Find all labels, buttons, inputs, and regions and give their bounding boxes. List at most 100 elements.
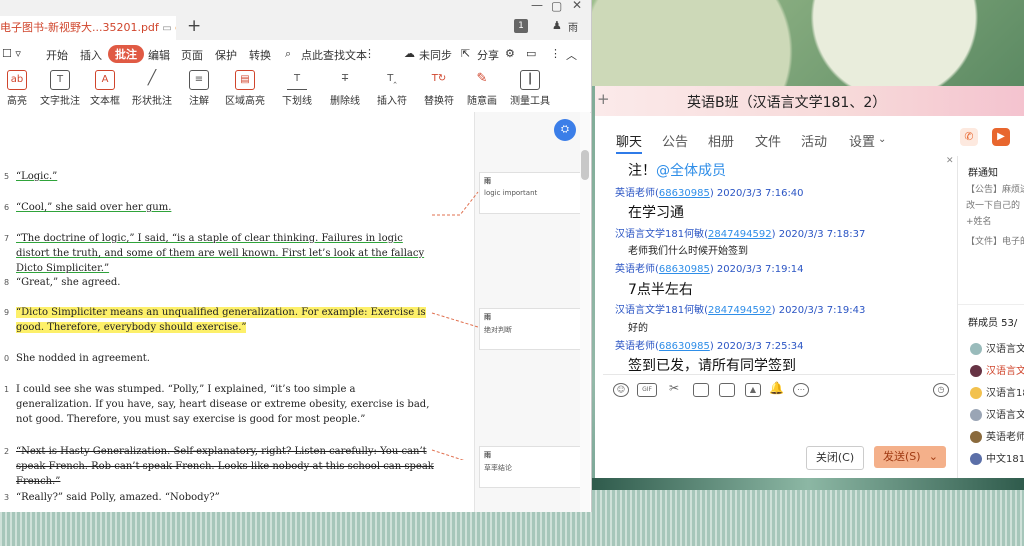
tab-announcement[interactable]: 公告 — [662, 131, 688, 150]
paragraph[interactable]: “Logic.” — [16, 169, 434, 184]
menu-file-icon[interactable]: ☐ ▿ — [2, 47, 21, 60]
paragraph[interactable]: “Really?” said Polly, amazed. “Nobody?” — [16, 490, 434, 505]
maximize-icon[interactable]: ▢ — [551, 0, 562, 13]
user-name[interactable]: 雨 — [568, 19, 578, 34]
tab-chat[interactable]: 聊天 — [616, 131, 643, 154]
video-icon[interactable]: ▶ — [992, 128, 1010, 146]
tool-strikethrough[interactable]: T 删除线 — [325, 66, 365, 107]
member-item[interactable]: 汉语言文 — [970, 340, 1024, 355]
message-input[interactable] — [603, 404, 955, 444]
gif-icon[interactable]: GIF — [637, 383, 657, 397]
menu-annotate[interactable]: 批注 — [108, 45, 144, 63]
sender-name[interactable]: 英语老师( — [615, 188, 659, 199]
minimize-icon[interactable]: — — [531, 0, 543, 12]
member-item[interactable]: 汉语言18 — [970, 384, 1024, 399]
history-clock-icon[interactable]: ◷ — [933, 383, 949, 397]
margin-note[interactable]: 雨草率结论 — [479, 446, 581, 488]
paragraph[interactable]: I could see she was stumped. “Polly,” I … — [16, 382, 434, 427]
sender-id[interactable]: 68630985 — [659, 341, 710, 352]
member-item[interactable]: 英语老师 — [970, 428, 1024, 443]
paragraph[interactable]: “The doctrine of logic,” I said, “is a s… — [16, 231, 434, 276]
tool-replace[interactable]: T↻ 替换符 — [419, 66, 459, 107]
tool-text-box[interactable]: A 文本框 — [89, 66, 121, 107]
note-text: logic important — [484, 189, 538, 197]
sender-name[interactable]: 英语老师( — [615, 341, 659, 352]
sender-id[interactable]: 2847494592 — [708, 229, 772, 240]
menu-protect[interactable]: 保护 — [215, 47, 237, 63]
share-icon[interactable]: ⇱ — [461, 47, 470, 60]
paragraph[interactable]: “Dicto Simpliciter means an unqualified … — [16, 305, 434, 335]
emoji-icon[interactable]: ☺ — [613, 383, 629, 397]
sender-name[interactable]: 汉语言文学181何敏( — [615, 305, 708, 316]
tool-area-highlight[interactable]: ▤ 区域高亮 — [222, 66, 268, 107]
member-item[interactable]: 汉语言文 — [970, 406, 1024, 421]
tool-measure[interactable]: ┃ 测量工具 — [508, 66, 552, 107]
mention[interactable]: @全体成员 — [656, 163, 726, 179]
tab-album[interactable]: 相册 — [708, 131, 734, 150]
cloud-sync-icon[interactable]: ☁ — [404, 47, 415, 60]
tool-text-comment[interactable]: T 文字批注 — [40, 66, 80, 107]
folder-icon[interactable] — [693, 383, 709, 397]
margin-note[interactable]: 雨 logic important — [479, 172, 581, 214]
menu-convert[interactable]: 转换 — [249, 47, 271, 63]
paragraph[interactable]: “Next is Hasty Generalization. Self-expl… — [16, 444, 434, 489]
more-icon[interactable]: ⋯ — [793, 383, 809, 397]
tool-note[interactable]: ≡ 注解 — [184, 66, 214, 107]
sender-name[interactable]: 汉语言文学181何敏( — [615, 229, 708, 240]
menu-insert[interactable]: 插入 — [80, 47, 102, 63]
menu-start[interactable]: 开始 — [46, 47, 68, 63]
paragraph[interactable]: She nodded in agreement. — [16, 351, 434, 366]
add-icon[interactable]: + — [597, 90, 610, 108]
menu-page[interactable]: 页面 — [181, 47, 203, 63]
tool-highlight[interactable]: ab 高亮 — [2, 66, 32, 107]
assistant-icon[interactable]: ⛭ — [554, 119, 576, 141]
close-button[interactable]: 关闭(C) — [806, 446, 864, 470]
new-tab-plus-icon[interactable]: + — [187, 16, 201, 36]
search-icon[interactable]: ⌕ — [285, 47, 291, 61]
send-button[interactable]: 发送(S) ⌄ — [874, 446, 946, 468]
screen-share-icon[interactable] — [719, 383, 735, 397]
tool-underline[interactable]: T 下划线 — [279, 66, 315, 107]
scissors-icon[interactable]: ✂ — [667, 382, 681, 395]
sync-status[interactable]: 未同步 — [419, 47, 452, 63]
settings-icon[interactable]: ⚙ — [505, 47, 515, 60]
pdf-document-tab[interactable]: 电子图书-新视野大...35201.pdf ▭ ● — [0, 16, 176, 40]
chat-title: 英语B班（汉语言文学181、2） — [687, 95, 887, 111]
tab-files[interactable]: 文件 — [755, 131, 781, 150]
member-item[interactable]: 中文181 — [970, 450, 1024, 465]
scrollbar-thumb[interactable] — [581, 150, 589, 180]
chevron-down-icon[interactable]: ⌄ — [929, 446, 938, 468]
paragraph[interactable]: “Cool,” she said over her gum. — [16, 200, 434, 215]
comment-icon[interactable]: ▭ — [526, 47, 536, 60]
bell-icon[interactable]: 🔔 — [769, 382, 784, 395]
underline-icon: T — [287, 70, 307, 90]
notice-line[interactable]: 【公告】麻烦进 — [966, 182, 1024, 195]
margin-note[interactable]: 雨绝对判断 — [479, 308, 581, 350]
sender-id[interactable]: 68630985 — [659, 188, 710, 199]
page-count-badge[interactable]: 1 — [514, 19, 528, 33]
collapse-ribbon-icon[interactable]: ︿ — [566, 47, 577, 63]
sender-id[interactable]: 2847494592 — [708, 305, 772, 316]
chevron-down-icon[interactable]: ⌄ — [878, 134, 886, 145]
notice-line[interactable]: 【文件】电子的 — [966, 234, 1024, 247]
more-icon[interactable]: ⋮ — [550, 47, 561, 60]
tool-shape-comment[interactable]: ╱ 形状批注 — [128, 66, 176, 107]
tool-freehand[interactable]: ✎ 随意画 — [462, 66, 502, 107]
image-icon[interactable]: ▲ — [745, 383, 761, 397]
search-text[interactable]: 点此查找文本 — [301, 47, 367, 63]
share-button[interactable]: 分享 — [477, 47, 499, 63]
sender-id[interactable]: 68630985 — [659, 264, 710, 275]
sender-name[interactable]: 英语老师( — [615, 264, 659, 275]
member-item[interactable]: 汉语言文 — [970, 362, 1024, 377]
tab-settings[interactable]: 设置 — [849, 131, 875, 150]
close-icon[interactable]: ✕ — [572, 0, 582, 12]
menu-edit[interactable]: 编辑 — [148, 47, 170, 63]
line-number: 2 — [4, 447, 10, 456]
phone-icon[interactable]: ✆ — [960, 128, 978, 146]
user-avatar-icon[interactable]: ♟ — [552, 19, 562, 32]
paragraph[interactable]: “Great,” she agreed. — [16, 275, 434, 290]
close-notice-icon[interactable]: ✕ — [946, 156, 954, 166]
more-vertical-icon[interactable]: ⋮ — [364, 47, 375, 60]
tool-caret[interactable]: T‸ 插入符 — [372, 66, 412, 107]
tab-activity[interactable]: 活动 — [801, 131, 827, 150]
